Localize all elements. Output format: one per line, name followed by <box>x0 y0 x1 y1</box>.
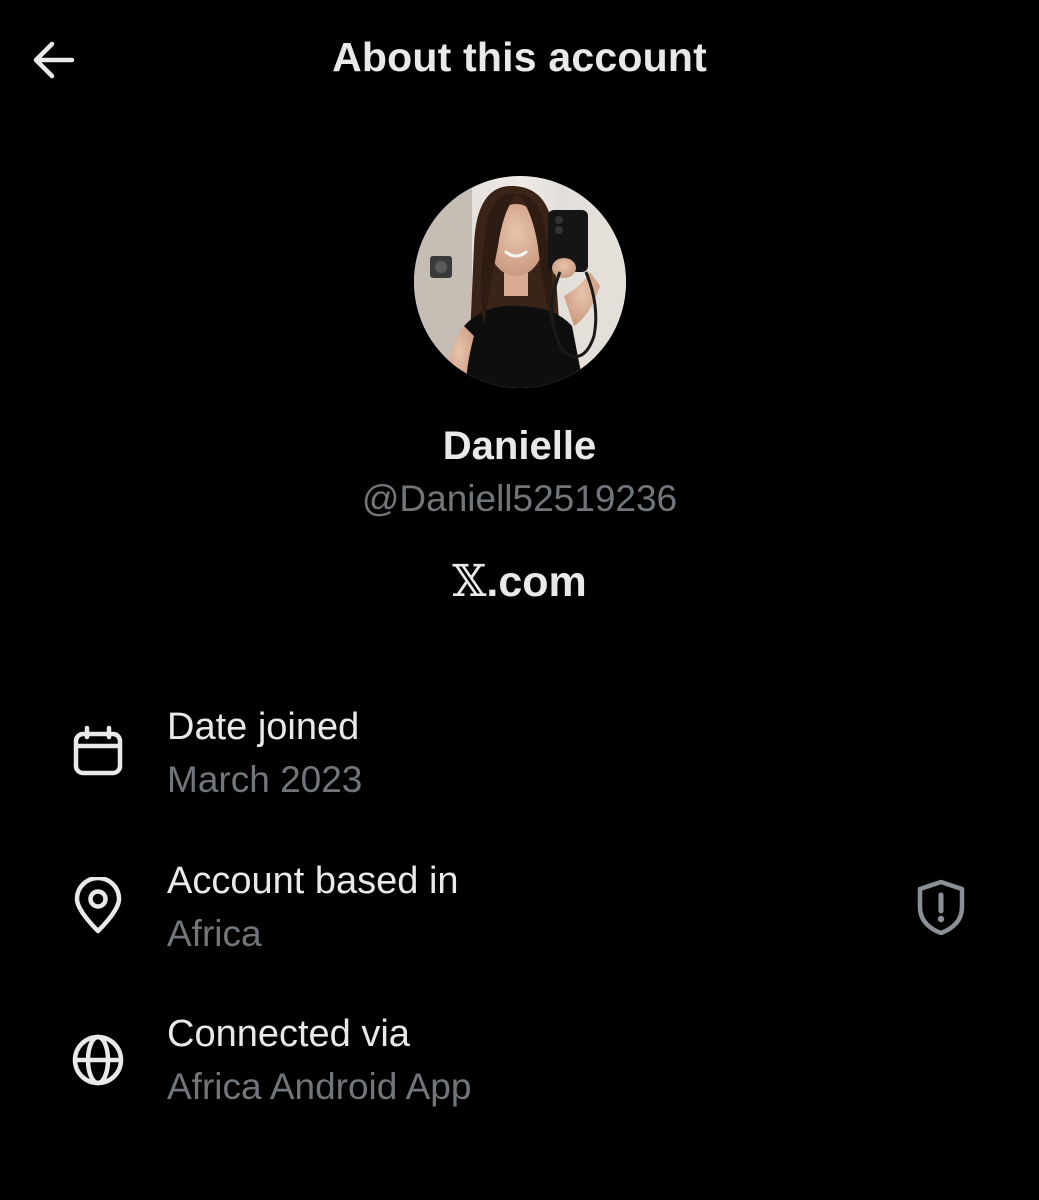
account-based-in-value: Africa <box>167 913 262 954</box>
profile-photo <box>414 176 626 388</box>
page-title: About this account <box>332 34 707 80</box>
platform-domain-suffix: .com <box>486 558 587 606</box>
info-row-connected-via: Connected via Africa Android App <box>0 1007 1039 1117</box>
location-pin-icon <box>68 876 128 936</box>
shield-alert-icon <box>917 879 965 935</box>
info-row-account-based-in: Account based in Africa <box>0 854 1039 964</box>
location-info-button[interactable] <box>910 876 972 938</box>
account-based-in-label: Account based in <box>167 860 459 902</box>
avatar[interactable] <box>414 176 626 388</box>
username-handle: @Daniell52519236 <box>361 478 678 519</box>
connected-via-label: Connected via <box>167 1013 410 1055</box>
header-bar: About this account <box>0 0 1039 120</box>
date-joined-label: Date joined <box>167 706 360 748</box>
x-logo-icon: 𝕏 <box>452 556 487 607</box>
display-name: Danielle <box>442 424 597 468</box>
connected-via-value: Africa Android App <box>167 1066 472 1107</box>
calendar-icon <box>68 722 128 782</box>
info-row-date-joined: Date joined March 2023 <box>0 700 1039 810</box>
platform-domain: 𝕏.com <box>0 556 1039 607</box>
globe-icon <box>68 1030 128 1090</box>
date-joined-value: March 2023 <box>167 759 363 800</box>
